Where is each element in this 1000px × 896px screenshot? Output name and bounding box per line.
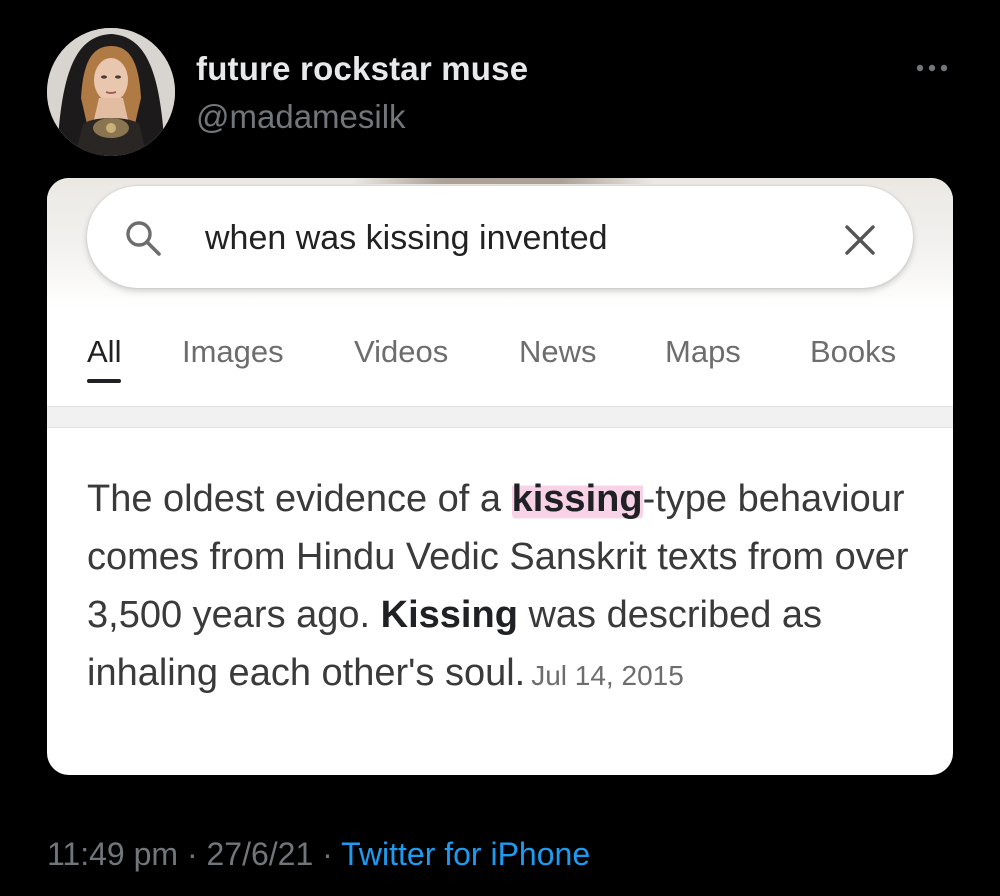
search-icon[interactable] [123,218,163,258]
meta-separator: · [186,836,198,872]
tweet-source-link[interactable]: Twitter for iPhone [341,836,590,872]
tweet-time[interactable]: 11:49 pm [47,836,178,872]
tweet-meta: 11:49 pm · 27/6/21 · Twitter for iPhone [47,836,590,873]
tweet-date[interactable]: 27/6/21 [206,836,313,872]
snippet-keyword-1: kissing [511,478,643,520]
search-tabs: All Images Videos News Maps Books [47,318,953,408]
snippet-date: Jul 14, 2015 [531,660,684,691]
search-input[interactable] [205,216,805,260]
avatar-portrait [47,28,175,156]
section-divider [47,406,953,428]
more-options-button[interactable] [912,56,952,80]
tab-all[interactable]: All [87,334,121,370]
featured-snippet: The oldest evidence of a kissing-type be… [87,470,927,705]
active-tab-indicator [87,379,121,383]
snippet-keyword-2: Kissing [380,594,518,636]
tab-images[interactable]: Images [182,334,284,370]
snippet-text-1: The oldest evidence of a [87,478,512,520]
user-handle[interactable]: @madamesilk [196,98,406,136]
tweet-image[interactable]: All Images Videos News Maps Books The ol… [47,178,953,775]
more-icon [916,64,948,72]
avatar[interactable] [47,28,175,156]
tab-news[interactable]: News [519,334,597,370]
tab-books[interactable]: Books [810,334,896,370]
cropped-photo-edge [352,178,652,184]
search-bar[interactable] [87,186,913,288]
meta-separator-2: · [322,836,333,872]
tab-maps[interactable]: Maps [665,334,741,370]
display-name[interactable]: future rockstar muse [196,50,528,88]
close-icon[interactable] [843,223,877,257]
tab-videos[interactable]: Videos [354,334,448,370]
